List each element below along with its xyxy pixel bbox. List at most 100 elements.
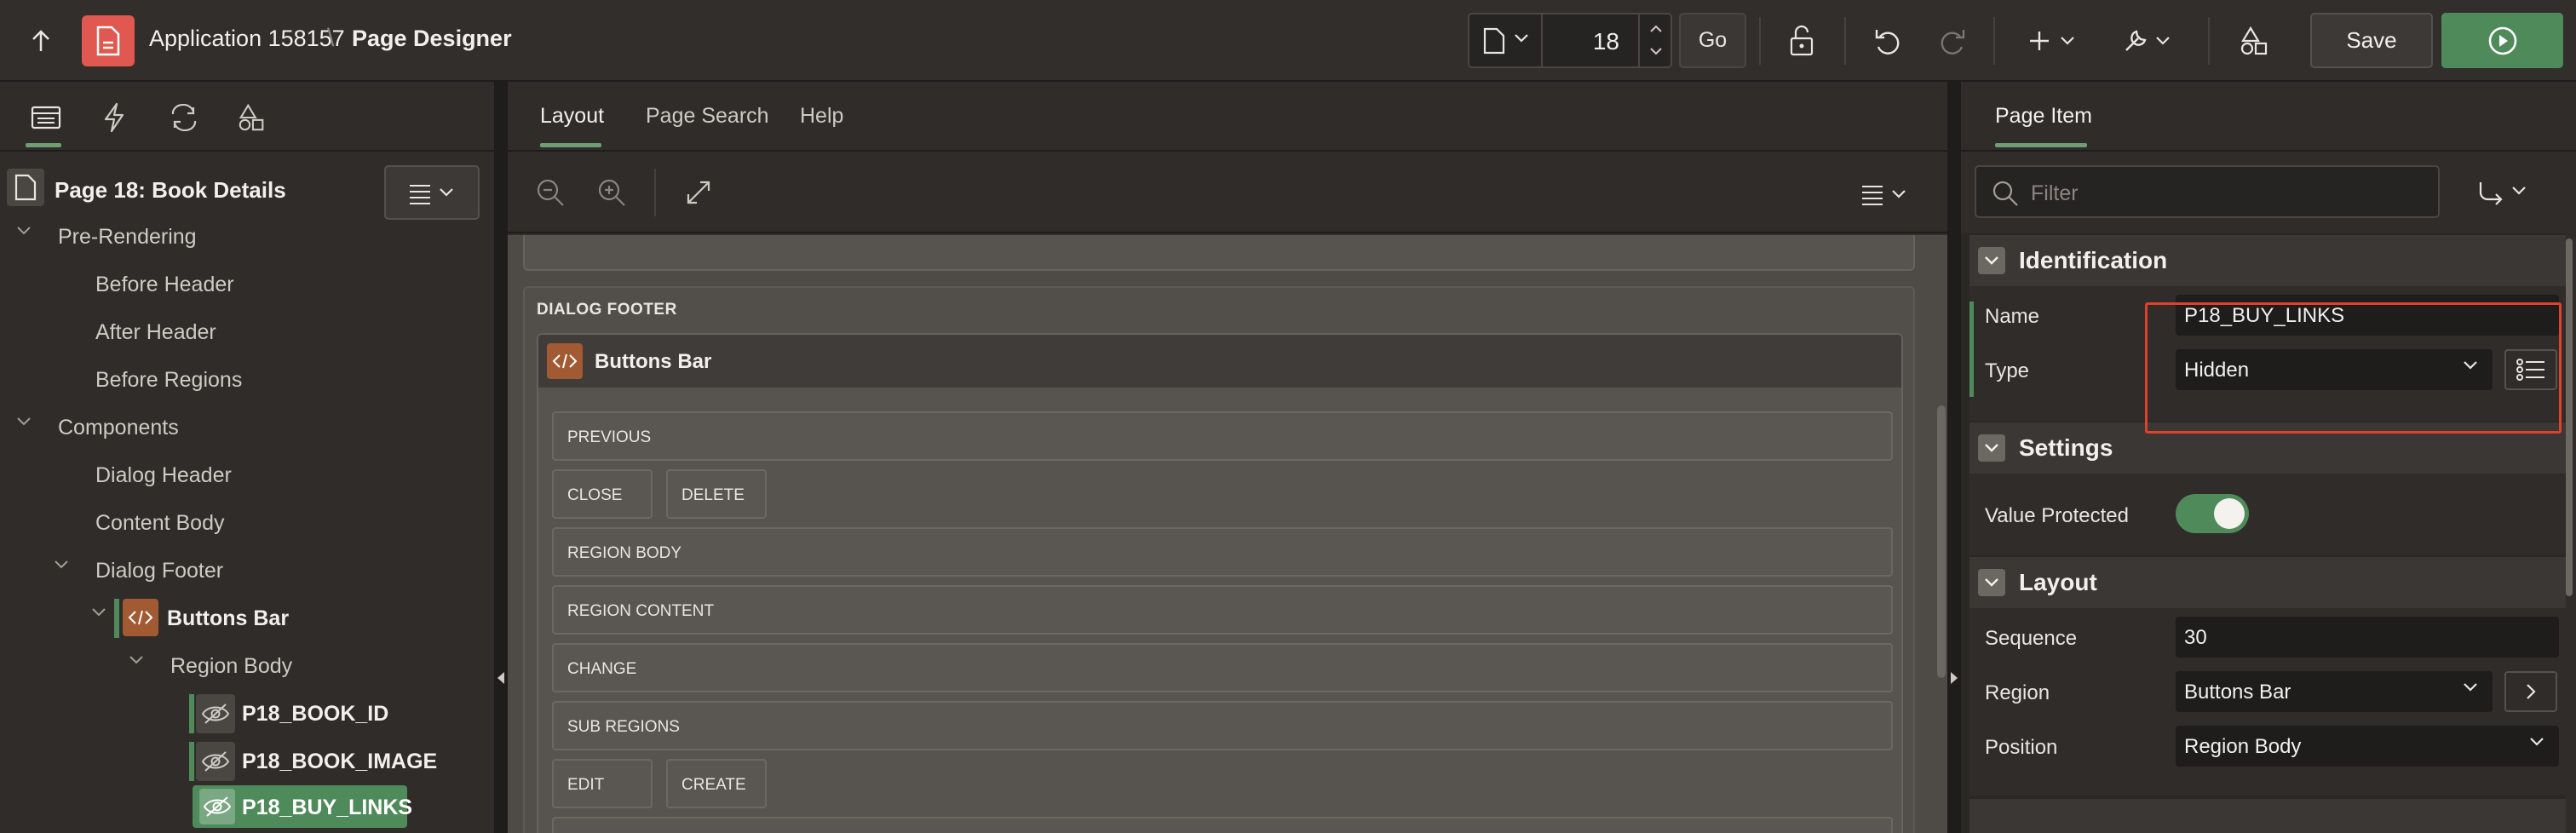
- properties-scrollbar[interactable]: [2566, 238, 2573, 596]
- go-button[interactable]: Go: [1679, 13, 1746, 68]
- identification-group-header[interactable]: Identification: [1969, 235, 2566, 286]
- name-label: Name: [1985, 305, 2040, 328]
- type-label: Type: [1985, 359, 2030, 382]
- buttons-bar-title: Buttons Bar: [595, 350, 712, 373]
- dialog-footer-label: DIALOG FOOTER: [537, 301, 677, 319]
- slot-region-body[interactable]: REGION BODY: [552, 527, 1893, 577]
- tab-help[interactable]: Help: [800, 104, 843, 129]
- tree-node-after-header[interactable]: After Header: [0, 308, 487, 356]
- create-menu-button[interactable]: [2027, 24, 2079, 58]
- modified-indicator: [1969, 302, 1974, 397]
- tree-node-p18-buy-links-selected[interactable]: P18_BUY_LINKS: [193, 785, 412, 828]
- undo-icon[interactable]: [1871, 24, 1905, 58]
- region-label: Region: [1985, 681, 2050, 704]
- chevron-down-icon[interactable]: [90, 603, 107, 620]
- collapse-icon[interactable]: [1978, 434, 2005, 462]
- tree-node-pre-rendering[interactable]: Pre-Rendering: [0, 213, 487, 261]
- slot-change[interactable]: CHANGE: [552, 643, 1893, 692]
- caret-right-icon[interactable]: [1950, 671, 1958, 685]
- page-icon: [1483, 27, 1505, 55]
- tree-node-content-body[interactable]: Content Body: [0, 499, 487, 547]
- slot-previous[interactable]: PREVIOUS: [552, 411, 1893, 461]
- zoom-in-icon[interactable]: [596, 177, 627, 208]
- slot-close[interactable]: CLOSE: [552, 469, 653, 519]
- tree-node-dialog-footer[interactable]: Dialog Footer: [0, 547, 487, 595]
- slot-region-content[interactable]: REGION CONTENT: [552, 585, 1893, 635]
- application-icon[interactable]: [82, 15, 135, 66]
- chevron-down-icon: [2528, 736, 2545, 748]
- tab-layout[interactable]: Layout: [540, 104, 604, 129]
- tree-menu-button[interactable]: [384, 165, 480, 220]
- tree-label: Content Body: [95, 511, 225, 535]
- chevron-down-icon[interactable]: [1514, 33, 1529, 43]
- expand-icon[interactable]: [685, 179, 712, 206]
- code-icon: [547, 343, 583, 379]
- run-page-button[interactable]: [2441, 13, 2563, 68]
- caret-left-icon[interactable]: [497, 671, 505, 685]
- sequence-field[interactable]: 30: [2176, 617, 2559, 658]
- modified-indicator: [189, 742, 194, 781]
- buttons-bar-header[interactable]: Buttons Bar: [538, 335, 1901, 388]
- application-name-link[interactable]: Application 158157: [149, 26, 345, 52]
- arrow-up-icon[interactable]: [26, 26, 56, 56]
- layout-group-body: Sequence 30 Region Buttons Bar Position …: [1969, 608, 2566, 796]
- zoom-out-icon[interactable]: [535, 177, 566, 208]
- layout-group-header[interactable]: Layout: [1969, 557, 2566, 608]
- tree-node-p18-book-id[interactable]: P18_BOOK_ID: [0, 690, 487, 738]
- tree-node-dialog-header[interactable]: Dialog Header: [0, 451, 487, 499]
- save-button[interactable]: Save: [2310, 13, 2433, 68]
- slot-delete[interactable]: DELETE: [666, 469, 767, 519]
- tree-label: Buttons Bar: [167, 606, 290, 630]
- slot-create[interactable]: CREATE: [666, 759, 767, 808]
- tree-node-before-header[interactable]: Before Header: [0, 261, 487, 308]
- left-splitter[interactable]: [494, 82, 508, 833]
- go-to-region-button[interactable]: [2504, 671, 2557, 712]
- stepper-up-icon[interactable]: [1648, 23, 1664, 35]
- unlock-icon[interactable]: [1785, 24, 1820, 58]
- go-to-group-icon: [2477, 179, 2533, 206]
- page-number-input[interactable]: 18: [1593, 28, 1619, 55]
- buttons-bar-region[interactable]: Buttons Bar PREVIOUS CLOSE DELETE REGION…: [537, 333, 1903, 833]
- utilities-wrench-icon[interactable]: [2121, 24, 2176, 58]
- chevron-down-icon[interactable]: [15, 412, 32, 429]
- tree-node-p18-book-image[interactable]: P18_BOOK_IMAGE: [0, 738, 487, 785]
- tab-page-item[interactable]: Page Item: [1995, 104, 2092, 129]
- slot-sub-regions[interactable]: SUB REGIONS: [552, 701, 1893, 750]
- chevron-down-icon[interactable]: [15, 221, 32, 238]
- right-tabs: Page Item: [1961, 82, 2576, 152]
- slot-edit[interactable]: EDIT: [552, 759, 653, 808]
- shared-components-icon[interactable]: [2236, 24, 2274, 58]
- stepper-down-icon[interactable]: [1648, 45, 1664, 57]
- shared-components-tab-icon[interactable]: [232, 97, 273, 138]
- tree-node-before-regions[interactable]: Before Regions: [0, 356, 487, 404]
- region-select[interactable]: Buttons Bar: [2176, 671, 2493, 712]
- value-protected-toggle[interactable]: [2176, 494, 2249, 533]
- modified-indicator: [189, 694, 194, 733]
- canvas-scrollbar[interactable]: [1937, 405, 1946, 678]
- tree-node-region-body[interactable]: Region Body: [0, 642, 487, 690]
- redo-icon[interactable]: [1935, 24, 1969, 58]
- collapse-icon[interactable]: [1978, 247, 2005, 274]
- hidden-eye-icon: [196, 742, 235, 781]
- rendering-tab-icon[interactable]: [26, 97, 66, 138]
- tree-label: Components: [58, 416, 179, 439]
- next-group-header[interactable]: [1969, 799, 2566, 833]
- tree-node-buttons-bar[interactable]: Buttons Bar: [0, 595, 487, 642]
- tree-node-components[interactable]: Components: [0, 404, 487, 451]
- page-number-selector[interactable]: 18: [1468, 13, 1672, 68]
- chevron-down-icon[interactable]: [53, 555, 70, 572]
- position-select[interactable]: Region Body: [2176, 726, 2559, 767]
- content-body-region[interactable]: [523, 235, 1915, 271]
- tab-page-search[interactable]: Page Search: [646, 104, 769, 129]
- tree-label: P18_BOOK_ID: [242, 702, 389, 726]
- slot-next[interactable]: [552, 817, 1893, 833]
- filter-input[interactable]: Filter: [1975, 165, 2440, 218]
- go-to-group-button[interactable]: [2452, 164, 2562, 220]
- chevron-down-icon[interactable]: [128, 651, 145, 668]
- right-splitter[interactable]: [1947, 82, 1961, 833]
- processing-tab-icon[interactable]: [164, 97, 204, 138]
- dynamic-actions-tab-icon[interactable]: [94, 97, 135, 138]
- layout-menu-icon[interactable]: [1860, 184, 1912, 206]
- active-tab-indicator: [1995, 143, 2087, 147]
- collapse-icon[interactable]: [1978, 569, 2005, 596]
